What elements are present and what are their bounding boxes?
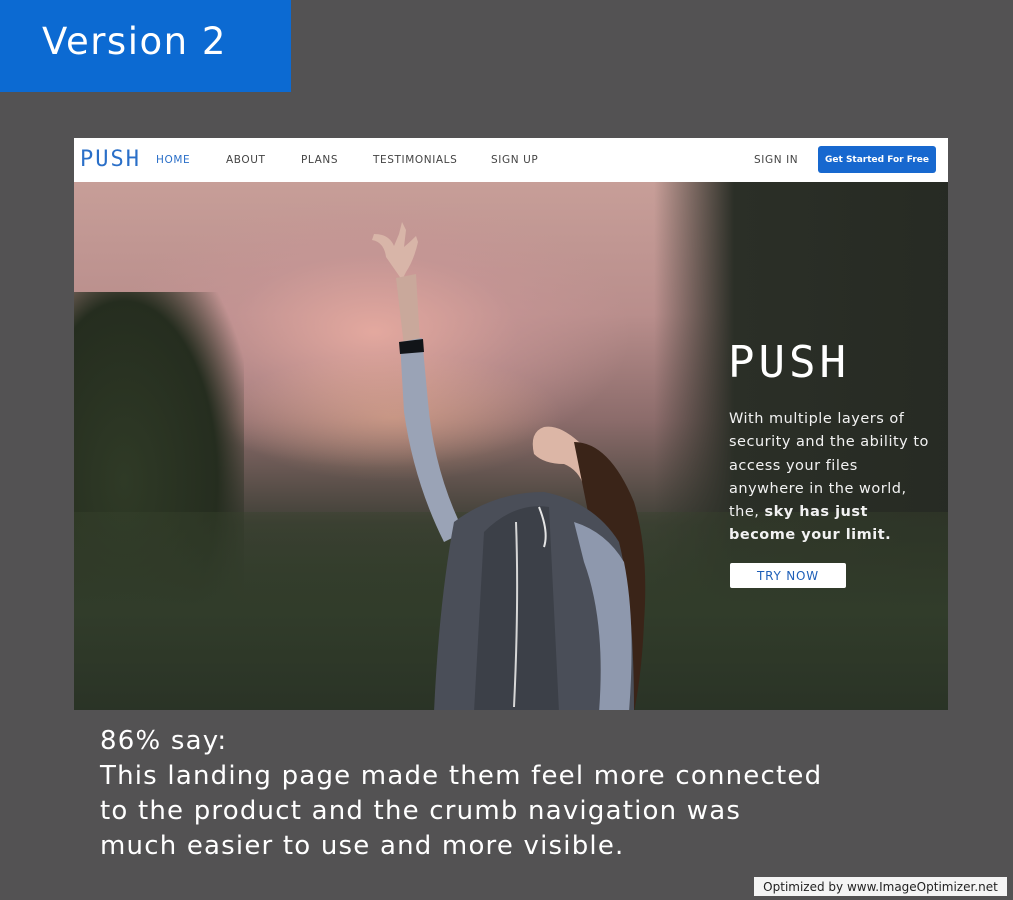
hero-tagline: With multiple layers of security and the… <box>729 408 934 548</box>
hero-photo-woman-reaching <box>372 222 646 710</box>
nav-sign-up[interactable]: SIGN UP <box>491 154 538 166</box>
optimizer-watermark: Optimized by www.ImageOptimizer.net <box>754 877 1007 896</box>
sign-in-link[interactable]: SIGN IN <box>754 154 798 166</box>
caption-line-1: 86% say: <box>100 726 228 756</box>
nav-home[interactable]: HOME <box>156 154 190 166</box>
caption-line-4: much easier to use and more visible. <box>100 831 625 861</box>
hero-section: PUSH With multiple layers of security an… <box>74 182 948 710</box>
get-started-button[interactable]: Get Started For Free <box>818 146 936 173</box>
version-label: Version 2 <box>42 20 227 63</box>
caption-line-3: to the product and the crumb navigation … <box>100 796 742 826</box>
hero-logo: PUSH <box>728 337 850 388</box>
survey-caption: 86% say: This landing page made them fee… <box>100 724 822 864</box>
version-badge: Version 2 <box>0 0 291 92</box>
caption-line-2: This landing page made them feel more co… <box>100 761 823 791</box>
site-logo[interactable]: PUSH <box>80 147 141 172</box>
landing-page-screenshot: PUSH HOME ABOUT PLANS TESTIMONIALS SIGN … <box>74 138 948 710</box>
nav-plans[interactable]: PLANS <box>301 154 338 166</box>
try-now-button[interactable]: TRY NOW <box>730 563 846 588</box>
nav-about[interactable]: ABOUT <box>226 154 266 166</box>
nav-testimonials[interactable]: TESTIMONIALS <box>373 154 457 166</box>
top-navbar: PUSH HOME ABOUT PLANS TESTIMONIALS SIGN … <box>74 138 948 182</box>
